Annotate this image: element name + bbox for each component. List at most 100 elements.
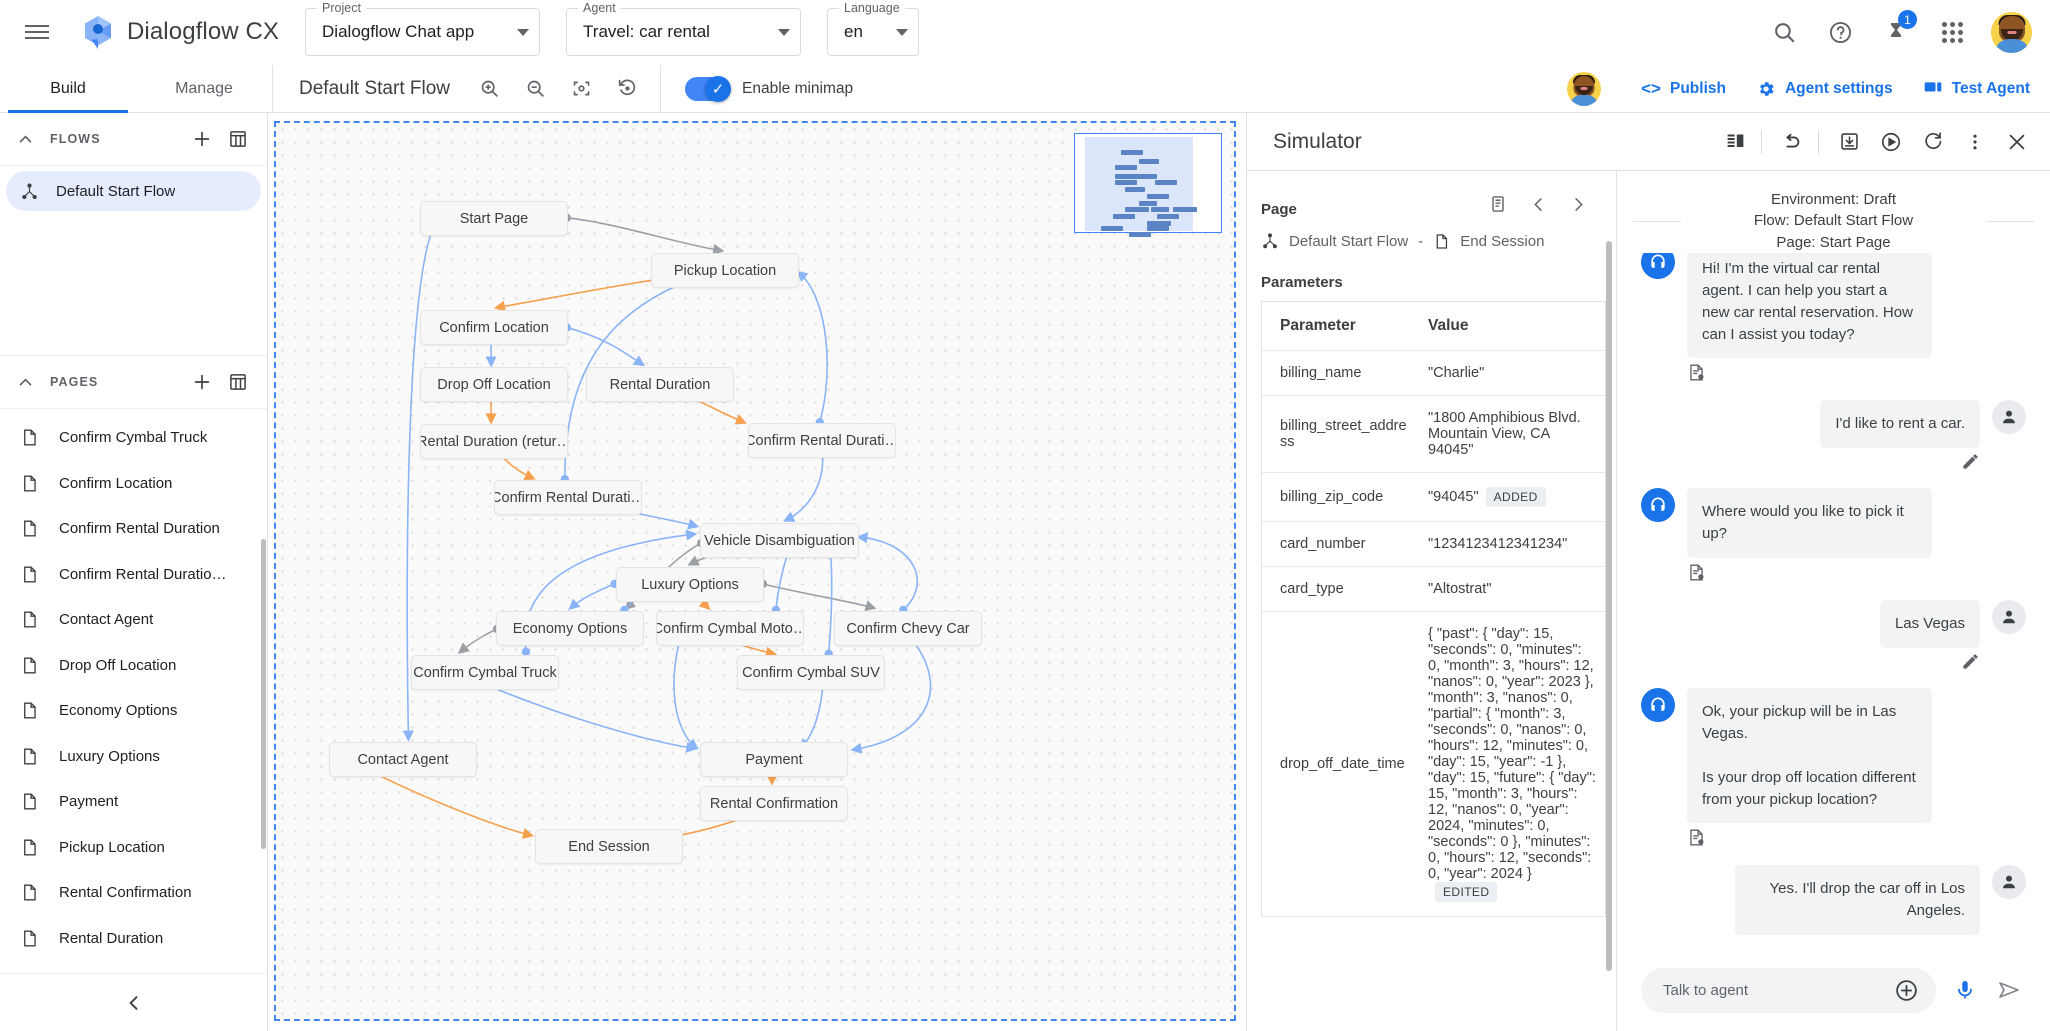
parameter-value: "1800 Amphibious Blvd. Mountain View, CA… [1422,396,1605,472]
language-selector[interactable]: Language en [827,8,919,56]
flow-node[interactable]: Economy Options [496,611,644,646]
tab-build[interactable]: Build [0,65,136,113]
undo-icon[interactable] [1773,123,1811,161]
sidebar-page-item[interactable]: Rental Duration (return … [0,961,267,973]
user-avatar-icon [1992,865,2026,899]
message-list: Hi! I'm the virtual car rental agent. I … [1641,253,2026,949]
table-row: card_number"1234123412341234" [1262,522,1605,567]
edit-icon[interactable] [1961,452,1980,476]
flow-node[interactable]: Pickup Location [651,253,799,288]
flow-node[interactable]: Rental Duration (retur… [420,424,568,459]
table-row: billing_zip_code"94045"ADDED [1262,473,1605,522]
flow-graph-canvas[interactable]: Start Page Pickup Location Confirm Locatio… [274,121,1236,1021]
sidebar-page-item[interactable]: Confirm Location [0,461,267,507]
sidebar-page-item[interactable]: Pickup Location [0,825,267,871]
page-icon [20,610,46,629]
sidebar-page-item[interactable]: Rental Duration [0,916,267,962]
sidebar-page-item[interactable]: Contact Agent [0,597,267,643]
chat-input-pill[interactable] [1641,968,1936,1013]
flow-canvas-container: Start Page Pickup Location Confirm Locatio… [268,113,1246,1031]
collapse-sidebar-button[interactable] [0,973,267,1031]
build-manage-tabs: Build Manage [0,65,272,113]
reset-layout-icon[interactable] [610,72,644,106]
flow-node[interactable]: Confirm Rental Durati… [494,480,642,515]
close-icon[interactable] [1998,123,2036,161]
response-details-icon[interactable] [1687,362,1706,388]
copy-to-clipboard-icon[interactable] [1478,187,1518,221]
tool-divider-2 [1818,130,1819,154]
page-icon [20,565,46,584]
sidebar-page-item[interactable]: Confirm Rental Duratio… [0,552,267,598]
minimap-switch[interactable] [685,77,730,101]
sidebar-scrollbar[interactable] [261,539,266,849]
add-circle-icon[interactable] [1889,973,1923,1007]
user-avatar[interactable] [1991,12,2032,53]
play-icon[interactable] [1872,123,1910,161]
project-value: Dialogflow Chat app [322,22,511,42]
canvas-minimap[interactable] [1074,133,1222,233]
flow-node[interactable]: Payment [700,742,848,777]
flows-list: Default Start Flow [0,166,267,356]
flow-node[interactable]: Confirm Location [420,310,568,345]
sidebar-page-item[interactable]: Rental Confirmation [0,870,267,916]
sidebar-page-item[interactable]: Confirm Cymbal Truck [0,415,267,461]
flow-node[interactable]: Confirm Chevy Car [834,611,982,646]
user-avatar-icon [1992,600,2026,634]
more-options-icon[interactable] [1956,123,1994,161]
pending-tasks-icon[interactable]: 1 [1873,9,1919,55]
flow-node[interactable]: Confirm Rental Durati… [748,423,896,458]
apps-grid-icon[interactable] [1929,9,1975,55]
test-agent-button[interactable]: Test Agent [1923,79,2030,99]
fit-to-screen-icon[interactable] [564,72,598,106]
microphone-icon[interactable] [1948,973,1982,1007]
zoom-in-icon[interactable] [472,72,506,106]
layout-toggle-icon[interactable] [1716,123,1754,161]
zoom-out-icon[interactable] [518,72,552,106]
flow-node[interactable]: Vehicle Disambiguation [700,523,859,558]
parameters-scrollbar[interactable] [1606,241,1612,971]
previous-page-button[interactable] [1518,187,1558,221]
hamburger-menu-icon[interactable] [22,17,52,47]
flow-node[interactable]: Luxury Options [616,567,764,602]
next-page-button[interactable] [1558,187,1598,221]
tab-manage[interactable]: Manage [136,65,272,113]
chat-input[interactable] [1663,982,1889,999]
search-icon[interactable] [1761,9,1807,55]
agent-settings-button[interactable]: Agent settings [1756,79,1893,99]
edit-icon[interactable] [1961,652,1980,676]
response-details-icon[interactable] [1687,562,1706,588]
publish-button[interactable]: <> Publish [1641,79,1726,99]
flow-node[interactable]: Rental Confirmation [700,786,848,821]
chevron-up-icon[interactable] [14,374,36,391]
enable-minimap-toggle[interactable]: Enable minimap [685,77,853,101]
pages-table-view-icon[interactable] [223,367,253,397]
sidebar-page-item[interactable]: Drop Off Location [0,643,267,689]
flows-table-view-icon[interactable] [223,124,253,154]
flow-node[interactable]: Rental Duration [586,367,734,402]
flow-node[interactable]: Confirm Cymbal Truck [411,655,559,690]
status-badge: EDITED [1435,882,1497,902]
flow-node[interactable]: Confirm Cymbal Moto… [656,611,804,646]
sidebar-page-item[interactable]: Luxury Options [0,734,267,780]
flow-node[interactable]: End Session [535,829,683,864]
sidebar-page-item[interactable]: Confirm Rental Duration [0,506,267,552]
add-flow-button[interactable] [187,124,217,154]
agent-selector[interactable]: Agent Travel: car rental [566,8,801,56]
response-details-icon[interactable] [1687,827,1706,853]
sidebar-item-default-start-flow[interactable]: Default Start Flow [6,171,261,211]
help-icon[interactable] [1817,9,1863,55]
flow-node[interactable]: Drop Off Location [420,367,568,402]
add-page-button[interactable] [187,367,217,397]
chevron-up-icon[interactable] [14,131,36,148]
project-selector[interactable]: Project Dialogflow Chat app [305,8,540,56]
flow-node[interactable]: Contact Agent [329,742,477,777]
parameter-name: card_number [1262,522,1422,566]
sidebar-page-item[interactable]: Economy Options [0,688,267,734]
send-icon[interactable] [1992,973,2026,1007]
flow-node[interactable]: Confirm Cymbal SUV [737,655,885,690]
collaborator-avatar[interactable] [1567,72,1601,106]
sidebar-page-item[interactable]: Payment [0,779,267,825]
restart-icon[interactable] [1914,123,1952,161]
flow-node[interactable]: Start Page [420,201,568,236]
download-icon[interactable] [1830,123,1868,161]
